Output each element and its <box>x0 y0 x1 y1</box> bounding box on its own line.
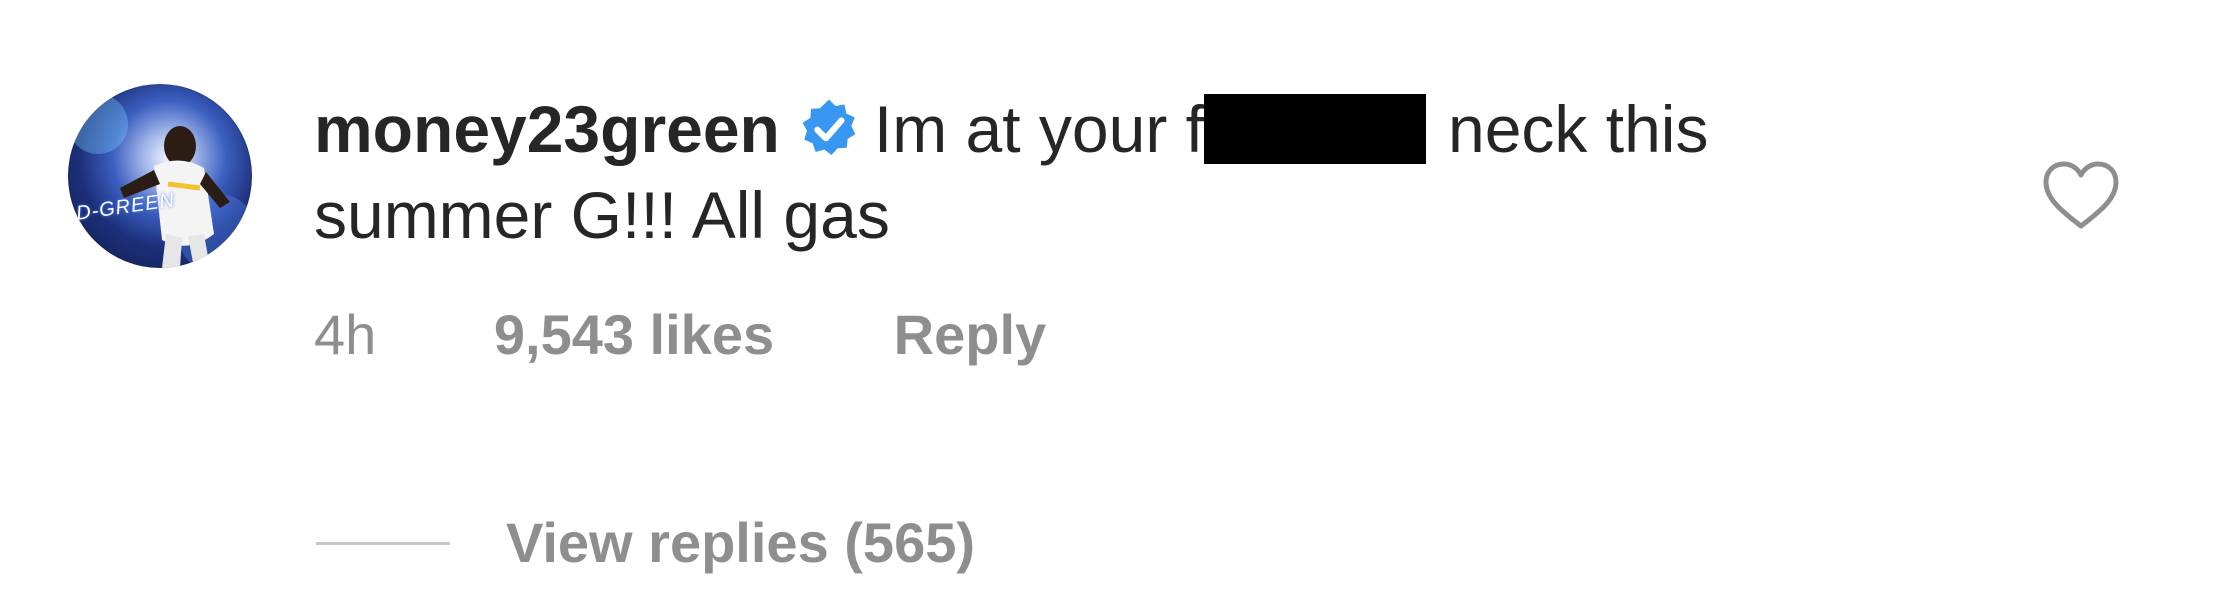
avatar-photo <box>68 94 252 268</box>
comment-text-part-1: Im at your f <box>873 92 1204 166</box>
comment-meta: 4h 9,543 likes Reply <box>314 300 1046 370</box>
likes-count-link[interactable]: 9,543 likes <box>494 300 774 370</box>
redaction-bar <box>1203 94 1426 164</box>
avatar[interactable]: D-GREEN <box>68 84 252 268</box>
comment-timestamp: 4h <box>314 303 377 366</box>
replies-divider-line <box>316 542 450 545</box>
view-replies-button[interactable]: View replies (565) <box>506 508 975 578</box>
verified-badge-icon <box>798 94 860 156</box>
heart-outline-icon[interactable] <box>2042 160 2120 232</box>
username-link[interactable]: money23green <box>314 92 780 166</box>
comment-body: money23green Im at your f neck this summe… <box>314 86 1954 258</box>
reply-button[interactable]: Reply <box>894 300 1047 370</box>
